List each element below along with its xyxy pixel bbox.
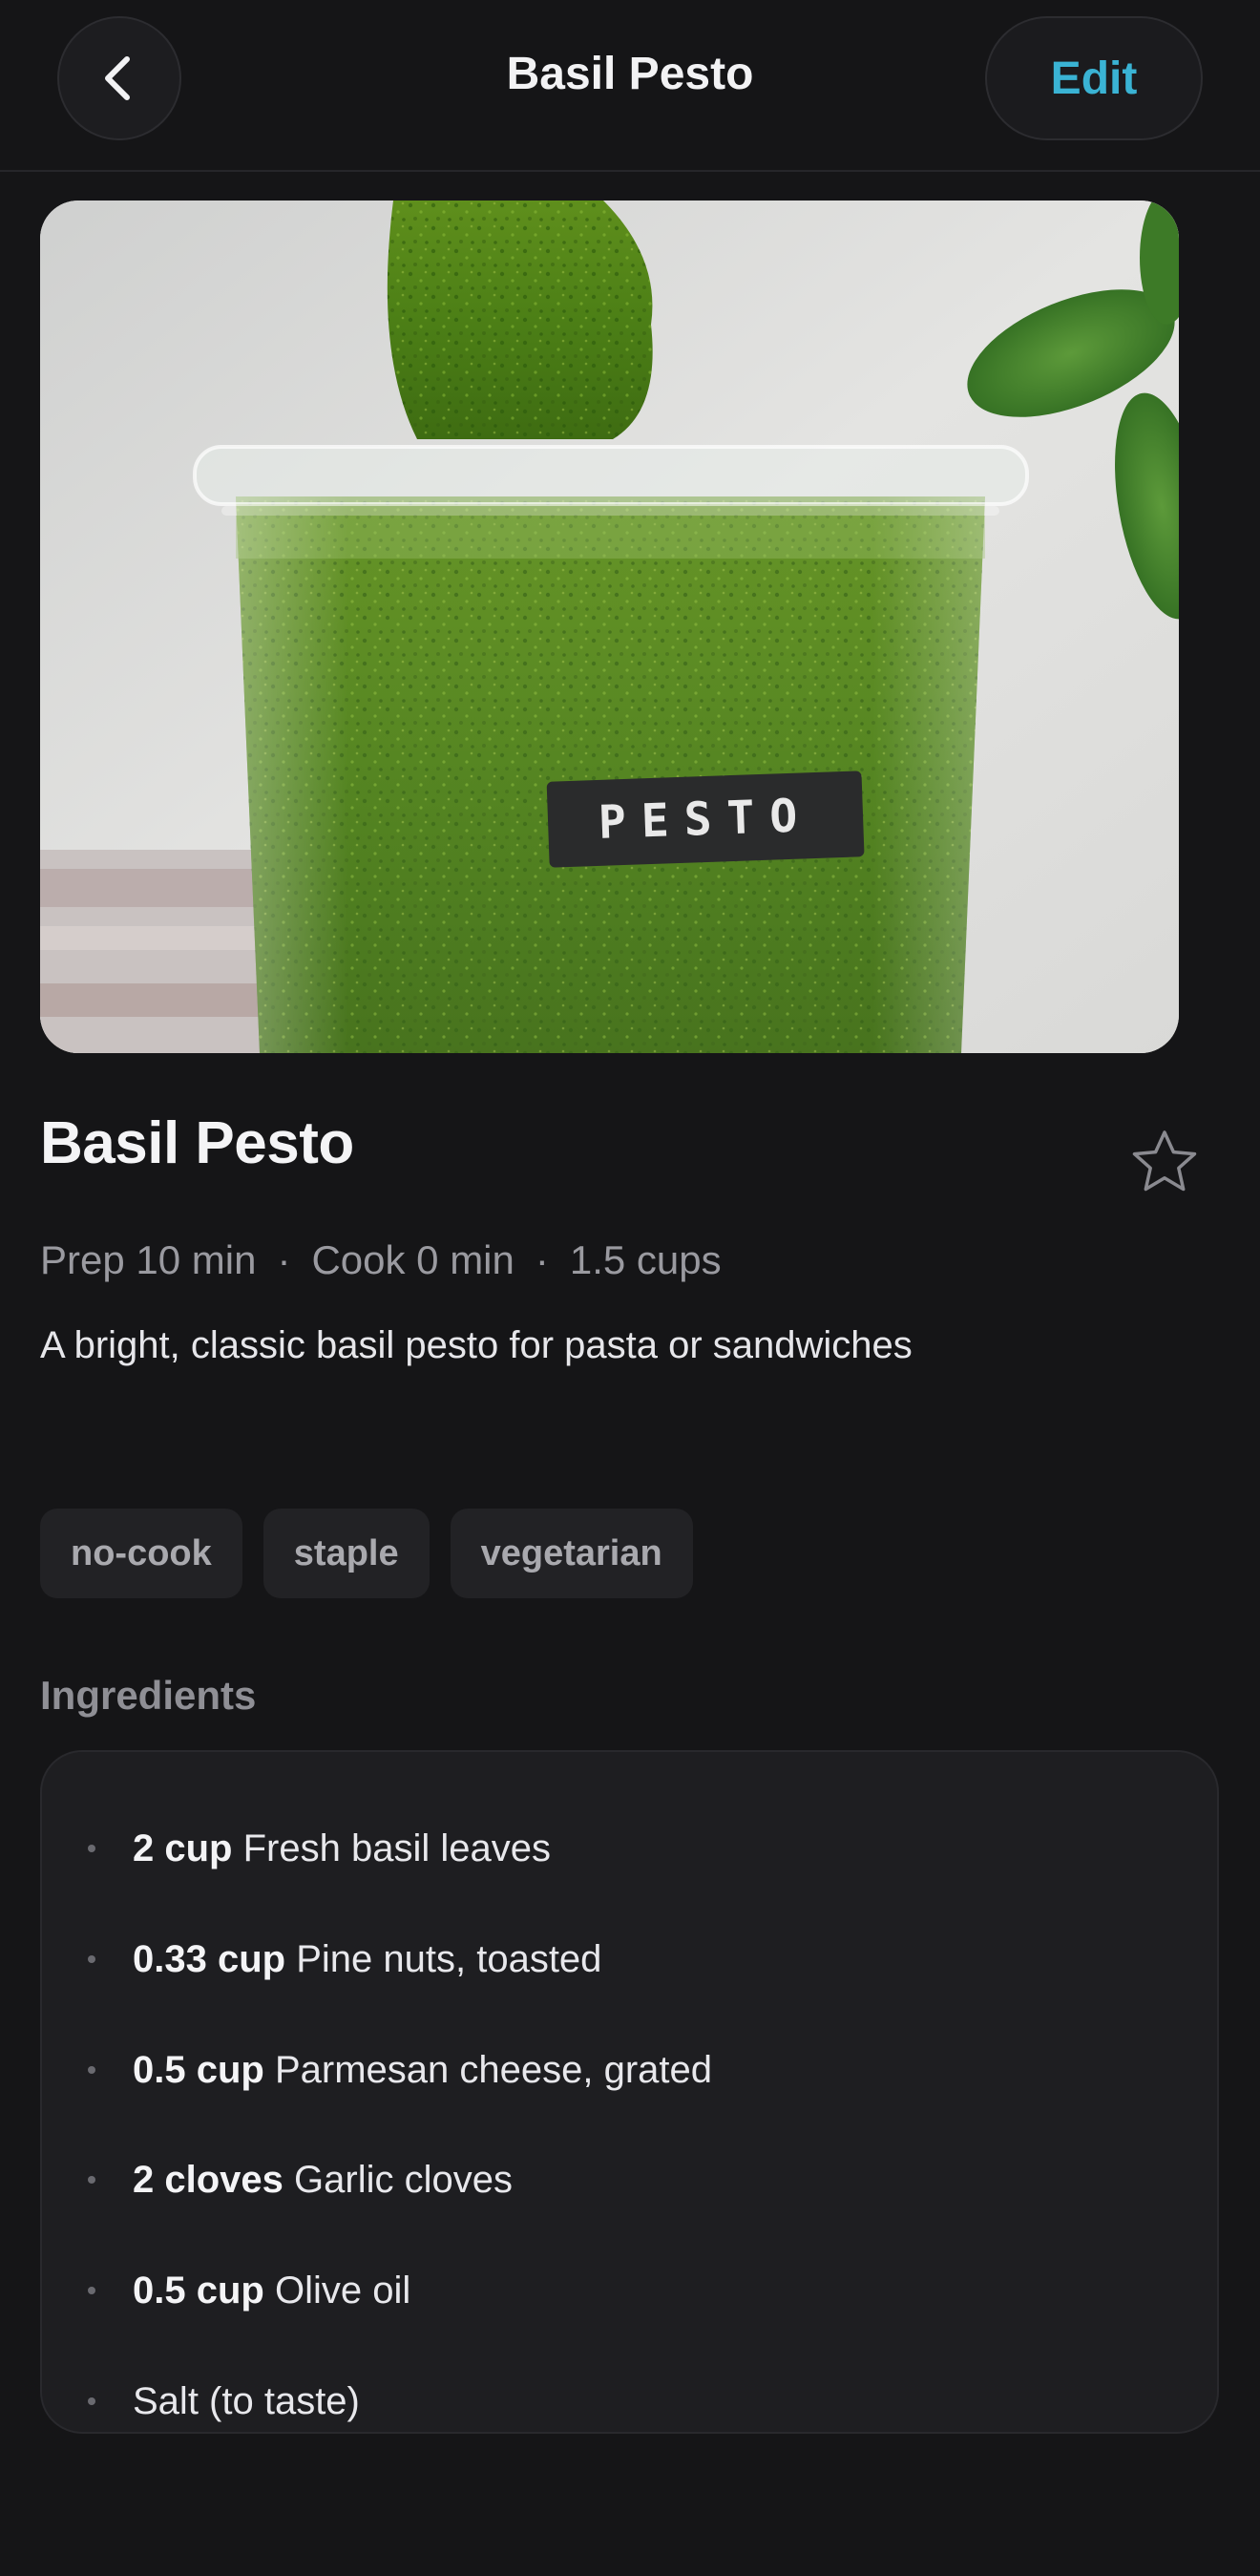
recipe-yield: 1.5 cups [569, 1237, 722, 1282]
ingredient-name: Garlic cloves [294, 2158, 513, 2201]
ingredients-card: 2 cup Fresh basil leaves 0.33 cup Pine n… [40, 1750, 1219, 2434]
recipe-title: Basil Pesto [40, 1110, 354, 1176]
ingredient-name: Pine nuts, toasted [296, 1937, 602, 1980]
bullet [88, 2287, 95, 2294]
bullet [88, 2176, 95, 2184]
recipe-photo: PESTO [40, 201, 1179, 1053]
recipe-meta: Prep 10 min · Cook 0 min · 1.5 cups [40, 1237, 722, 1283]
ingredient-name: Fresh basil leaves [242, 1826, 551, 1869]
edit-button[interactable]: Edit [985, 16, 1203, 140]
tag-list: no-cook staple vegetarian [40, 1509, 693, 1598]
ingredient-quantity: 2 cup [133, 1826, 233, 1869]
bullet [88, 2066, 95, 2074]
chevron-left-icon [105, 56, 130, 100]
ingredients-heading: Ingredients [40, 1673, 257, 1718]
recipe-description: A bright, classic basil pesto for pasta … [40, 1324, 913, 1366]
meta-separator: · [277, 1237, 291, 1282]
ingredient-name: Salt (to taste) [133, 2379, 360, 2422]
favorite-button[interactable] [1126, 1124, 1203, 1200]
prep-time: Prep 10 min [40, 1237, 257, 1282]
meta-separator: · [535, 1237, 549, 1282]
jar-label: PESTO [598, 789, 813, 850]
tag-chip[interactable]: staple [262, 1509, 430, 1598]
tag-chip[interactable]: vegetarian [450, 1509, 693, 1598]
top-bar: Basil Pesto Edit [0, 0, 1260, 172]
star-outline-icon [1132, 1130, 1197, 1192]
ingredient-name: Olive oil [274, 2269, 411, 2312]
bullet [88, 1955, 95, 1963]
back-button[interactable] [57, 16, 181, 140]
ingredient-quantity: 0.5 cup [133, 2269, 264, 2312]
ingredient-quantity: 0.5 cup [133, 2048, 264, 2091]
bullet [88, 2397, 95, 2405]
ingredient-quantity: 0.33 cup [133, 1937, 286, 1980]
ingredient-quantity: 2 cloves [133, 2158, 284, 2201]
tag-chip[interactable]: no-cook [40, 1509, 242, 1598]
bullet [88, 1845, 95, 1852]
ingredient-name: Parmesan cheese, grated [274, 2048, 713, 2091]
cook-time: Cook 0 min [311, 1237, 514, 1282]
